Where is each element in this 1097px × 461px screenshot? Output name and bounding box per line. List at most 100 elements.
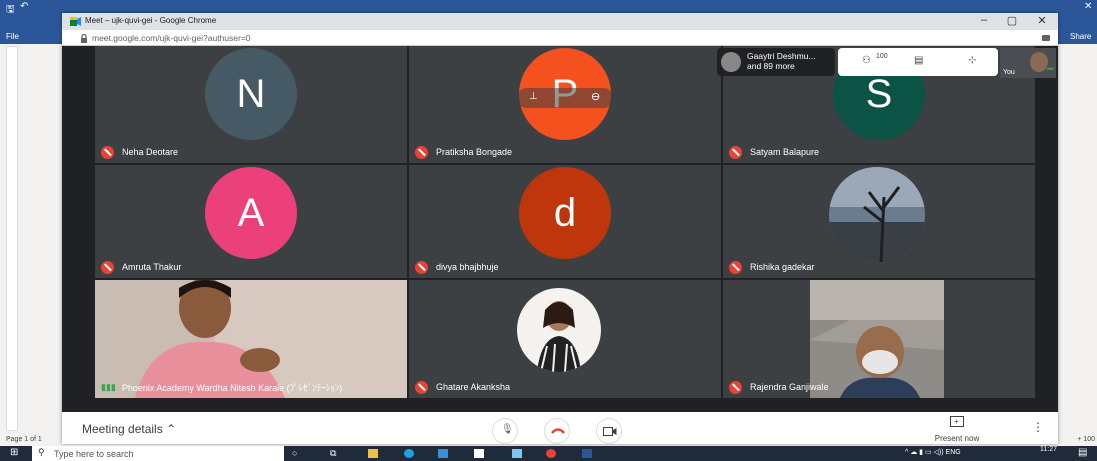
minimize-icon[interactable]: – (974, 14, 994, 26)
participant-tile: Rajendra Ganjiwale (723, 280, 1035, 398)
participant-name: Phoenix Academy Wardha Nitesh Karale (ﾌﾟ… (121, 382, 343, 393)
present-now-label: Present now (934, 434, 980, 443)
participant-tile: Ghatare Akanksha (409, 280, 721, 398)
chat-icon[interactable]: ▤ (914, 55, 923, 66)
pinned-app-icon[interactable] (512, 449, 522, 458)
meet-favicon-icon (70, 17, 81, 26)
vertical-ruler (6, 46, 18, 431)
camera-icon (603, 427, 617, 436)
participant-name: Ghatare Akanksha (436, 382, 511, 392)
maximize-icon[interactable]: ▢ (1002, 14, 1022, 27)
dropbox-icon[interactable] (474, 449, 484, 458)
participant-name: Satyam Balapure (750, 147, 820, 157)
search-placeholder: Type here to search (54, 449, 134, 459)
windows-taskbar: ⊞ ⚲ Type here to search ○ ⧉ ^ ☁ ▮ ▭ ◁)) … (0, 446, 1097, 461)
participant-photo-avatar (829, 167, 925, 263)
address-bar[interactable]: meet.google.com/ujk-quvi-gei?authuser=0 (62, 30, 1058, 46)
language-indicator: ENG (945, 449, 961, 456)
tile-hover-controls[interactable]: ⊥ ⊖ (517, 88, 613, 108)
participant-name: divya bhajbhuje (436, 262, 499, 272)
search-icon: ⚲ (38, 447, 45, 457)
microphone-button[interactable]: 🎙 (492, 418, 518, 444)
mic-off-icon (415, 380, 428, 394)
chrome-titlebar: Meet – ujk-quvi-gei - Google Chrome – ▢ … (62, 13, 1058, 30)
tab-title: Meet – ujk-quvi-gei - Google Chrome (85, 16, 217, 25)
leave-call-button[interactable] (544, 418, 570, 444)
word-share-button[interactable]: Share (1070, 32, 1091, 41)
people-chip[interactable]: Gaaytri Deshmu... and 89 more (717, 48, 835, 76)
chrome-window: Meet – ujk-quvi-gei - Google Chrome – ▢ … (62, 13, 1058, 444)
self-label: You (1003, 69, 1015, 76)
participant-tile: Rishika gadekar (723, 165, 1035, 278)
word-icon[interactable] (582, 449, 592, 458)
notifications-icon[interactable]: ▤ (1078, 447, 1087, 458)
meet-top-toolbar: ⚇ 100 ▤ ⊹ (838, 48, 998, 76)
camera-indicator-icon[interactable] (1042, 35, 1050, 41)
word-close-icon[interactable]: ✕ (1084, 1, 1092, 12)
participant-avatar: d (519, 167, 611, 259)
close-icon[interactable]: ✕ (1032, 14, 1052, 27)
camera-button[interactable] (596, 418, 622, 444)
participant-tile: A Amruta Thakur (95, 165, 407, 278)
self-face (1030, 52, 1048, 72)
task-view-icon[interactable]: ⧉ (330, 448, 336, 459)
speaking-indicator-icon: ▮▮▮ (101, 381, 116, 392)
word-right-margin (1058, 44, 1097, 444)
zoom-level[interactable]: + 100 (1077, 436, 1095, 443)
mic-off-icon (729, 145, 742, 159)
chip-line1: Gaaytri Deshmu... (747, 51, 816, 61)
remove-icon[interactable]: ⊖ (591, 90, 600, 103)
activities-icon[interactable]: ⊹ (968, 55, 976, 66)
more-options-icon[interactable]: ⋮ (1032, 420, 1044, 434)
chevron-up-icon: ⌃ (166, 422, 177, 436)
meet-grid: N Neha Deotare P ⊥ ⊖ Pratiksha Bongade S… (62, 46, 1058, 444)
participant-tile: N Neha Deotare (95, 46, 407, 163)
mic-off-icon (415, 145, 428, 159)
chip-line2: and 89 more (747, 61, 795, 71)
present-now-button[interactable]: + Present now (924, 414, 990, 443)
clock[interactable]: 11:27 (1040, 446, 1057, 454)
word-file-tab[interactable]: File (6, 32, 19, 41)
self-view[interactable]: You ••• (1000, 48, 1056, 78)
more-options-icon[interactable]: ••• (1047, 64, 1055, 74)
edge-icon[interactable] (404, 449, 414, 458)
participant-count: 100 (876, 53, 888, 60)
meeting-details-label: Meeting details (82, 422, 163, 436)
meeting-details-button[interactable]: Meeting details ⌃ (82, 422, 176, 436)
undo-icon[interactable]: ↶ (20, 1, 28, 12)
svg-text:+: + (954, 417, 959, 426)
save-icon[interactable]: 🖫 (6, 2, 15, 19)
file-explorer-icon[interactable] (368, 449, 378, 458)
mail-icon[interactable] (438, 449, 448, 458)
mic-off-icon (101, 260, 114, 274)
pin-icon[interactable]: ⊥ (529, 91, 538, 102)
participant-name: Rajendra Ganjiwale (750, 382, 829, 392)
avatar (721, 52, 741, 72)
participant-avatar: N (205, 48, 297, 140)
lock-icon (81, 34, 87, 43)
participant-video-tile: ▮▮▮ Phoenix Academy Wardha Nitesh Karale… (95, 280, 407, 398)
mic-off-icon (415, 260, 428, 274)
participant-name: Pratiksha Bongade (436, 147, 513, 157)
participant-name: Neha Deotare (122, 147, 179, 157)
present-icon: + (950, 416, 964, 427)
participant-avatar: A (205, 167, 297, 259)
mic-off-icon (729, 380, 742, 394)
microphone-icon: 🎙 (501, 424, 514, 435)
participant-tile: d divya bhajbhuje (409, 165, 721, 278)
page-status: Page 1 of 1 (6, 436, 42, 443)
system-tray[interactable]: ^ ☁ ▮ ▭ ◁)) ENG (905, 448, 961, 456)
chrome-icon[interactable] (546, 449, 556, 458)
cortana-icon[interactable]: ○ (292, 448, 297, 458)
taskbar-search-input[interactable]: ⚲ Type here to search (32, 446, 284, 461)
meet-bottom-bar: Meeting details ⌃ 🎙 + Present now ⋮ (62, 412, 1058, 444)
url-text[interactable]: meet.google.com/ujk-quvi-gei?authuser=0 (92, 33, 251, 43)
mic-off-icon (101, 145, 114, 159)
windows-start-icon[interactable]: ⊞ (10, 447, 18, 458)
participant-tile[interactable]: P ⊥ ⊖ Pratiksha Bongade (409, 46, 721, 163)
participant-video (810, 280, 944, 398)
participant-name: Rishika gadekar (750, 262, 815, 272)
participant-name: Amruta Thakur (122, 262, 182, 272)
hangup-icon (551, 428, 565, 434)
people-icon[interactable]: ⚇ (862, 55, 871, 66)
